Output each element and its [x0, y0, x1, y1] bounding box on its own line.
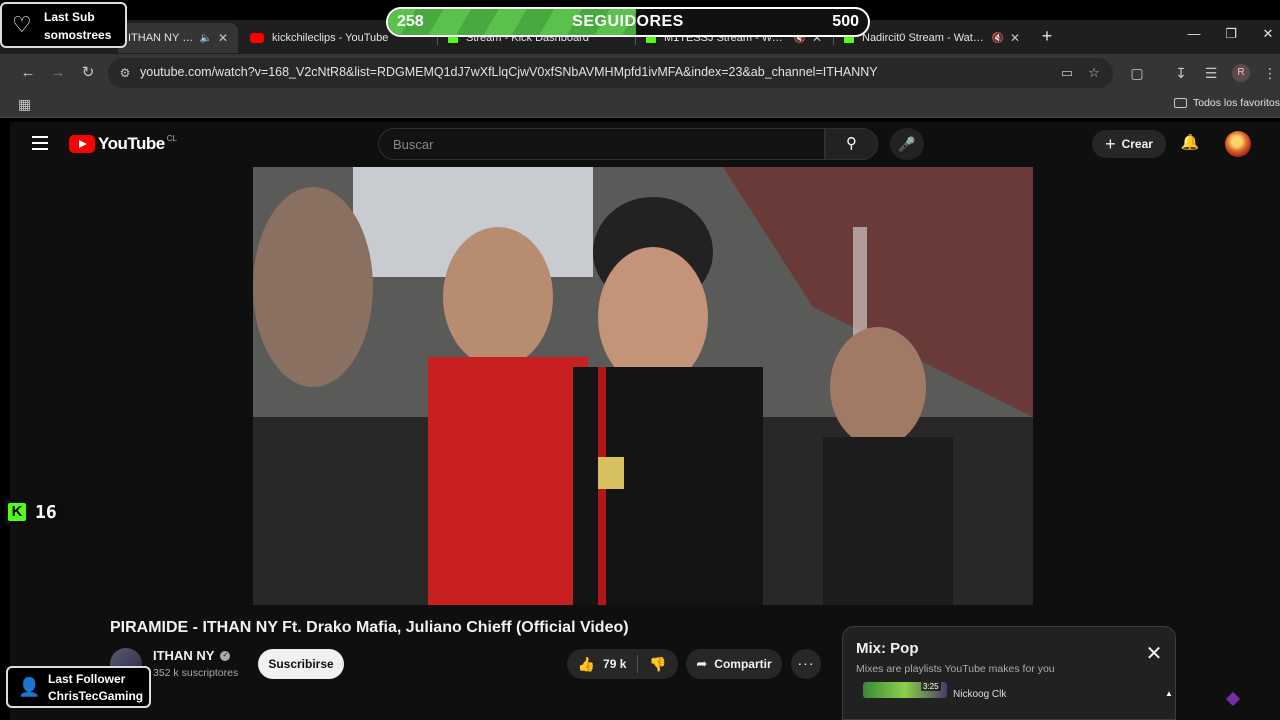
- mix-title: Mix: Pop: [856, 640, 919, 657]
- youtube-wordmark: YouTube: [98, 134, 165, 153]
- close-icon[interactable]: ✕: [1145, 644, 1163, 664]
- youtube-favicon-icon: [250, 33, 264, 43]
- close-tab-icon[interactable]: ✕: [218, 31, 228, 45]
- thumbs-down-icon: 👎: [649, 656, 667, 672]
- restore-window-icon[interactable]: ❐: [1221, 26, 1241, 42]
- mix-playlist-panel: Mix: Pop Mixes are playlists YouTube mak…: [842, 626, 1176, 720]
- forward-arrow-icon[interactable]: →: [48, 63, 68, 83]
- kick-logo-icon: K: [8, 503, 26, 521]
- search-field[interactable]: [378, 128, 825, 160]
- muted-speaker-icon[interactable]: 🔇: [991, 33, 1003, 44]
- thumbs-up-icon: 👍: [577, 655, 596, 672]
- site-settings-icon[interactable]: ⚙: [116, 64, 134, 82]
- like-count: 79 k: [603, 657, 627, 671]
- cast-icon[interactable]: ▭: [1058, 64, 1076, 82]
- country-code: CL: [166, 133, 177, 143]
- viewer-count: 16: [35, 501, 57, 523]
- scroll-up-icon[interactable]: ▲: [1165, 689, 1173, 698]
- microphone-icon: 🎤: [898, 136, 916, 152]
- video-frame: [253, 167, 1033, 605]
- minimize-window-icon[interactable]: —: [1184, 26, 1204, 41]
- more-dots-icon: ···: [797, 655, 815, 671]
- extensions-puzzle-icon[interactable]: ▢: [1127, 63, 1147, 83]
- video-player[interactable]: [253, 167, 1033, 605]
- channel-name-link[interactable]: ITHAN NY ✓: [153, 648, 231, 663]
- all-bookmarks-label: Todos los favoritos: [1193, 97, 1280, 109]
- profile-avatar[interactable]: R: [1232, 64, 1250, 82]
- goal-current: 258: [397, 13, 424, 30]
- subscribe-button[interactable]: Suscribirse: [258, 649, 344, 679]
- more-actions-button[interactable]: ···: [791, 649, 821, 679]
- menu-kebab-icon[interactable]: ⋮: [1260, 63, 1280, 83]
- apps-grid-icon[interactable]: ▦: [18, 96, 31, 113]
- duration-badge: 3:25: [921, 682, 941, 691]
- back-arrow-icon[interactable]: ←: [18, 63, 38, 83]
- voice-search-button[interactable]: 🎤: [890, 128, 924, 160]
- last-sub-label: Last Sub: [44, 10, 95, 24]
- youtube-play-icon: [69, 135, 95, 153]
- verified-badge-icon: ✓: [220, 650, 231, 661]
- search-input[interactable]: [379, 129, 824, 159]
- close-tab-icon[interactable]: ✕: [1010, 31, 1020, 45]
- kick-viewer-count: K 16: [4, 498, 66, 526]
- bookmark-star-icon[interactable]: ☆: [1085, 64, 1103, 82]
- mix-subtitle: Mixes are playlists YouTube makes for yo…: [856, 663, 1055, 675]
- url-text[interactable]: youtube.com/watch?v=168_V2cNtR8&list=RDG…: [140, 65, 878, 79]
- download-icon[interactable]: ↧: [1171, 63, 1191, 83]
- speaker-icon[interactable]: 🔈: [199, 33, 211, 44]
- last-follower-label: Last Follower: [48, 672, 126, 686]
- playlist-item-channel[interactable]: Nickoog Clk: [953, 689, 1006, 700]
- follower-goal-bar: SEGUIDORES 258 500: [386, 7, 870, 37]
- account-avatar[interactable]: [1225, 131, 1251, 157]
- new-tab-button[interactable]: +: [1038, 26, 1056, 48]
- media-queue-icon[interactable]: ☰: [1201, 63, 1221, 83]
- folder-icon: [1174, 98, 1187, 108]
- youtube-logo[interactable]: YouTube CL: [69, 134, 177, 154]
- heart-icon: ♡: [12, 12, 32, 37]
- like-dislike-group: 👍 79 k 👎: [567, 649, 678, 679]
- bookmarks-bar: ▦ Todos los favoritos: [0, 92, 1280, 118]
- last-follower-overlay: 👤 Last Follower ChrisTecGaming: [6, 666, 151, 708]
- all-bookmarks-button[interactable]: Todos los favoritos: [1174, 97, 1280, 109]
- browser-toolbar: ← → ↻ ⚙ youtube.com/watch?v=168_V2cNtR8&…: [0, 54, 1280, 92]
- youtube-page: YouTube CL ⚲ 🎤 + Crear 🔔: [10, 122, 1280, 720]
- notifications-bell-icon[interactable]: 🔔: [1180, 133, 1200, 153]
- create-label: Crear: [1121, 137, 1153, 151]
- create-button[interactable]: + Crear: [1092, 130, 1166, 158]
- subscriber-count: 352 k suscriptores: [153, 667, 239, 679]
- like-button[interactable]: 👍 79 k: [567, 649, 637, 679]
- menu-hamburger-icon[interactable]: [32, 136, 48, 150]
- close-window-icon[interactable]: ✕: [1258, 26, 1278, 42]
- dislike-button[interactable]: 👎: [638, 649, 678, 679]
- search-button[interactable]: ⚲: [825, 128, 878, 160]
- share-label: Compartir: [714, 657, 772, 671]
- reload-icon[interactable]: ↻: [78, 63, 98, 83]
- screen: ITHAN NY Ft. D 🔈 ✕ kickchileclips - YouT…: [0, 0, 1280, 720]
- share-button[interactable]: ➦ Compartir: [686, 649, 782, 679]
- tab-title: Nadircit0 Stream - Watch Li: [862, 32, 986, 44]
- address-bar[interactable]: ⚙ youtube.com/watch?v=168_V2cNtR8&list=R…: [108, 58, 1113, 88]
- tab-ithan-ny[interactable]: ITHAN NY Ft. D 🔈 ✕: [118, 23, 238, 53]
- video-title: PIRAMIDE - ITHAN NY Ft. Drako Mafia, Jul…: [110, 619, 629, 636]
- user-add-icon: 👤: [18, 677, 41, 697]
- last-follower-name: ChrisTecGaming: [48, 689, 144, 703]
- share-arrow-icon: ➦: [696, 656, 708, 671]
- search-icon: ⚲: [846, 135, 857, 152]
- last-sub-overlay: ♡ Last Sub somostrees: [0, 2, 127, 48]
- tab-title: ITHAN NY Ft. D: [128, 32, 193, 44]
- plus-icon: +: [1105, 134, 1116, 154]
- last-sub-name: somostrees: [44, 28, 112, 42]
- goal-target: 500: [832, 13, 859, 30]
- channel-name: ITHAN NY: [153, 648, 215, 663]
- goal-label: SEGUIDORES: [572, 13, 684, 30]
